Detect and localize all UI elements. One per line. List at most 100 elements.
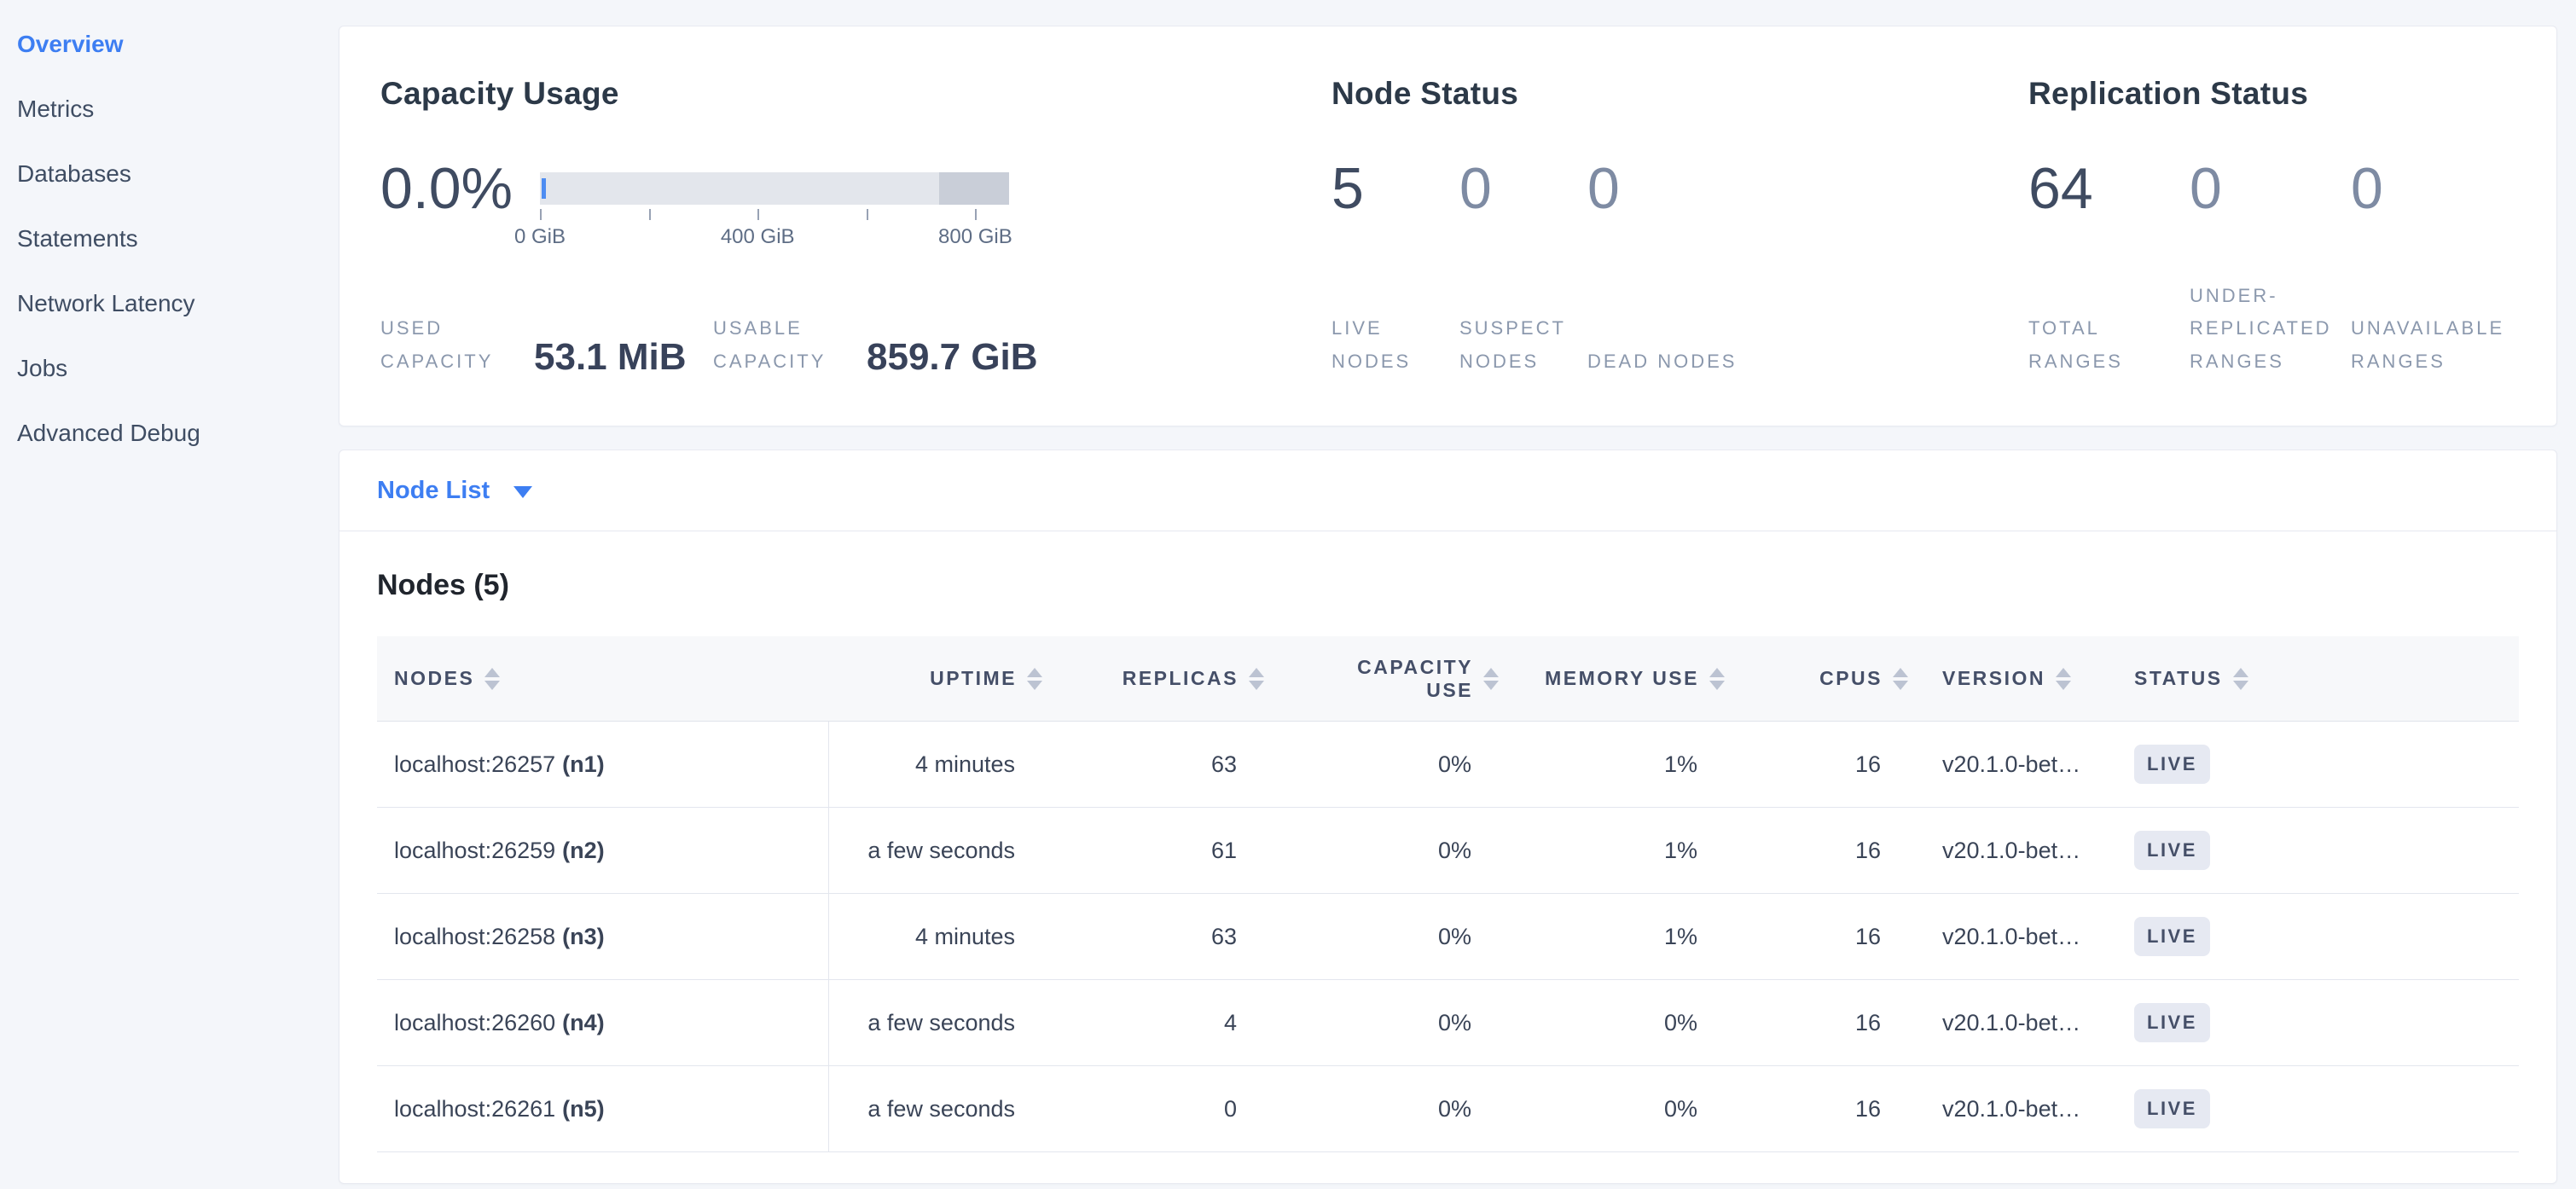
node-address: localhost:26259 xyxy=(394,838,555,864)
used-capacity-stat: USED CAPACITY 53.1 MiB xyxy=(380,312,713,378)
memory-use-cell: 1% xyxy=(1499,838,1725,864)
suspect-nodes-label: SUSPECT NODES xyxy=(1459,312,1587,378)
table-row: localhost:26259(n2) a few seconds 61 0% … xyxy=(377,808,2519,894)
overview-page: Overview Metrics Databases Statements Ne… xyxy=(0,0,2576,1189)
status-badge: LIVE xyxy=(2134,745,2210,784)
dead-nodes-count: 0 xyxy=(1587,160,1620,218)
nodes-table-card: Nodes (5) NODES UPTIME REPLICAS xyxy=(339,531,2557,1184)
capacity-usage-title: Capacity Usage xyxy=(380,76,1332,112)
main-content: Capacity Usage 0.0% xyxy=(339,0,2576,1189)
column-header-replicas[interactable]: REPLICAS xyxy=(1042,667,1264,690)
node-id: (n1) xyxy=(562,751,605,778)
capacity-bar-chart: 0 GiB 400 GiB 800 GiB xyxy=(540,172,1009,251)
capacity-use-cell: 0% xyxy=(1264,1010,1499,1036)
live-nodes-count: 5 xyxy=(1332,160,1459,218)
replicas-cell: 4 xyxy=(1042,1010,1264,1036)
usable-capacity-value: 859.7 GiB xyxy=(867,339,1038,376)
table-row: localhost:26258(n3) 4 minutes 63 0% 1% 1… xyxy=(377,894,2519,980)
replicas-cell: 63 xyxy=(1042,924,1264,950)
memory-use-cell: 1% xyxy=(1499,924,1725,950)
version-cell: v20.1.0-bet… xyxy=(1908,838,2117,864)
under-replicated-ranges-count: 0 xyxy=(2190,160,2351,218)
sidebar-item-jobs[interactable]: Jobs xyxy=(0,336,339,401)
uptime-cell: a few seconds xyxy=(829,1096,1042,1122)
axis-label-400gib: 400 GiB xyxy=(721,225,795,249)
uptime-cell: a few seconds xyxy=(829,1010,1042,1036)
sort-icon xyxy=(1483,668,1499,690)
total-ranges-count: 64 xyxy=(2028,160,2190,218)
replication-status-title: Replication Status xyxy=(2028,76,2556,112)
column-header-nodes[interactable]: NODES xyxy=(377,667,829,690)
status-badge: LIVE xyxy=(2134,831,2210,870)
view-selector-bar: Node List xyxy=(339,450,2557,531)
column-header-capacity-use[interactable]: CAPACITY USE xyxy=(1264,656,1499,702)
capacity-percent: 0.0% xyxy=(380,160,513,218)
usable-capacity-stat: USABLE CAPACITY 859.7 GiB xyxy=(713,312,1038,378)
uptime-cell: 4 minutes xyxy=(829,751,1042,778)
status-badge: LIVE xyxy=(2134,1003,2210,1042)
node-id: (n3) xyxy=(562,924,605,950)
capacity-axis-labels: 0 GiB 400 GiB 800 GiB xyxy=(540,225,1009,251)
uptime-cell: a few seconds xyxy=(829,838,1042,864)
sort-icon xyxy=(484,668,500,690)
sidebar: Overview Metrics Databases Statements Ne… xyxy=(0,0,339,1189)
used-capacity-label: USED CAPACITY xyxy=(380,312,534,378)
column-header-memory-use[interactable]: MEMORY USE xyxy=(1499,667,1725,690)
cpus-cell: 16 xyxy=(1725,924,1908,950)
node-address: localhost:26257 xyxy=(394,751,555,778)
capacity-bar-used-marker xyxy=(542,178,546,199)
version-cell: v20.1.0-bet… xyxy=(1908,1010,2117,1036)
nodes-table: NODES UPTIME REPLICAS CAPACITY USE xyxy=(377,636,2519,1152)
sort-icon xyxy=(2056,668,2071,690)
node-id: (n5) xyxy=(562,1096,605,1122)
memory-use-cell: 1% xyxy=(1499,751,1725,778)
cpus-cell: 16 xyxy=(1725,1096,1908,1122)
node-status-title: Node Status xyxy=(1332,76,2028,112)
node-id: (n4) xyxy=(562,1010,605,1036)
cpus-cell: 16 xyxy=(1725,751,1908,778)
capacity-bar-reserved-segment xyxy=(939,172,1010,205)
sort-icon xyxy=(1027,668,1042,690)
column-header-version[interactable]: VERSION xyxy=(1908,667,2117,690)
column-header-status[interactable]: STATUS xyxy=(2117,667,2288,690)
status-badge: LIVE xyxy=(2134,1089,2210,1128)
replicas-cell: 63 xyxy=(1042,751,1264,778)
column-header-uptime[interactable]: UPTIME xyxy=(829,667,1042,690)
unavailable-ranges-label: UNAVAILABLE RANGES xyxy=(2351,312,2556,378)
under-replicated-ranges-label: UNDER-REPLICATED RANGES xyxy=(2190,280,2351,379)
sidebar-item-databases[interactable]: Databases xyxy=(0,142,339,206)
sidebar-item-metrics[interactable]: Metrics xyxy=(0,77,339,142)
node-status-section: Node Status 5 0 0 LIVE NODES SUSPECT NOD… xyxy=(1332,76,2028,378)
replicas-cell: 61 xyxy=(1042,838,1264,864)
sort-icon xyxy=(2233,668,2248,690)
replicas-cell: 0 xyxy=(1042,1096,1264,1122)
axis-label-800gib: 800 GiB xyxy=(938,225,1012,249)
live-nodes-label: LIVE NODES xyxy=(1332,312,1459,378)
uptime-cell: 4 minutes xyxy=(829,924,1042,950)
capacity-use-cell: 0% xyxy=(1264,1096,1499,1122)
version-cell: v20.1.0-bet… xyxy=(1908,751,2117,778)
node-list-dropdown-label: Node List xyxy=(377,477,490,505)
dead-nodes-label: DEAD NODES xyxy=(1587,345,1737,379)
sort-icon xyxy=(1893,668,1908,690)
table-row: localhost:26257(n1) 4 minutes 63 0% 1% 1… xyxy=(377,722,2519,808)
node-address: localhost:26260 xyxy=(394,1010,555,1036)
usable-capacity-label: USABLE CAPACITY xyxy=(713,312,867,378)
cpus-cell: 16 xyxy=(1725,1010,1908,1036)
sidebar-item-advanced-debug[interactable]: Advanced Debug xyxy=(0,401,339,466)
suspect-nodes-count: 0 xyxy=(1459,160,1587,218)
column-header-cpus[interactable]: CPUS xyxy=(1725,667,1908,690)
capacity-use-cell: 0% xyxy=(1264,838,1499,864)
node-list-dropdown[interactable]: Node List xyxy=(377,477,532,505)
memory-use-cell: 0% xyxy=(1499,1010,1725,1036)
memory-use-cell: 0% xyxy=(1499,1096,1725,1122)
capacity-axis-ticks xyxy=(540,206,1009,220)
sidebar-item-statements[interactable]: Statements xyxy=(0,206,339,271)
sidebar-item-network-latency[interactable]: Network Latency xyxy=(0,271,339,336)
chevron-down-icon xyxy=(513,486,532,498)
table-row: localhost:26260 (n4) a few seconds 4 0% 0… xyxy=(377,980,2519,1066)
status-badge: LIVE xyxy=(2134,917,2210,956)
replication-status-section: Replication Status 64 0 0 TOTAL RANGES U… xyxy=(2028,76,2556,378)
node-address: localhost:26261 xyxy=(394,1096,555,1122)
sidebar-item-overview[interactable]: Overview xyxy=(0,12,339,77)
